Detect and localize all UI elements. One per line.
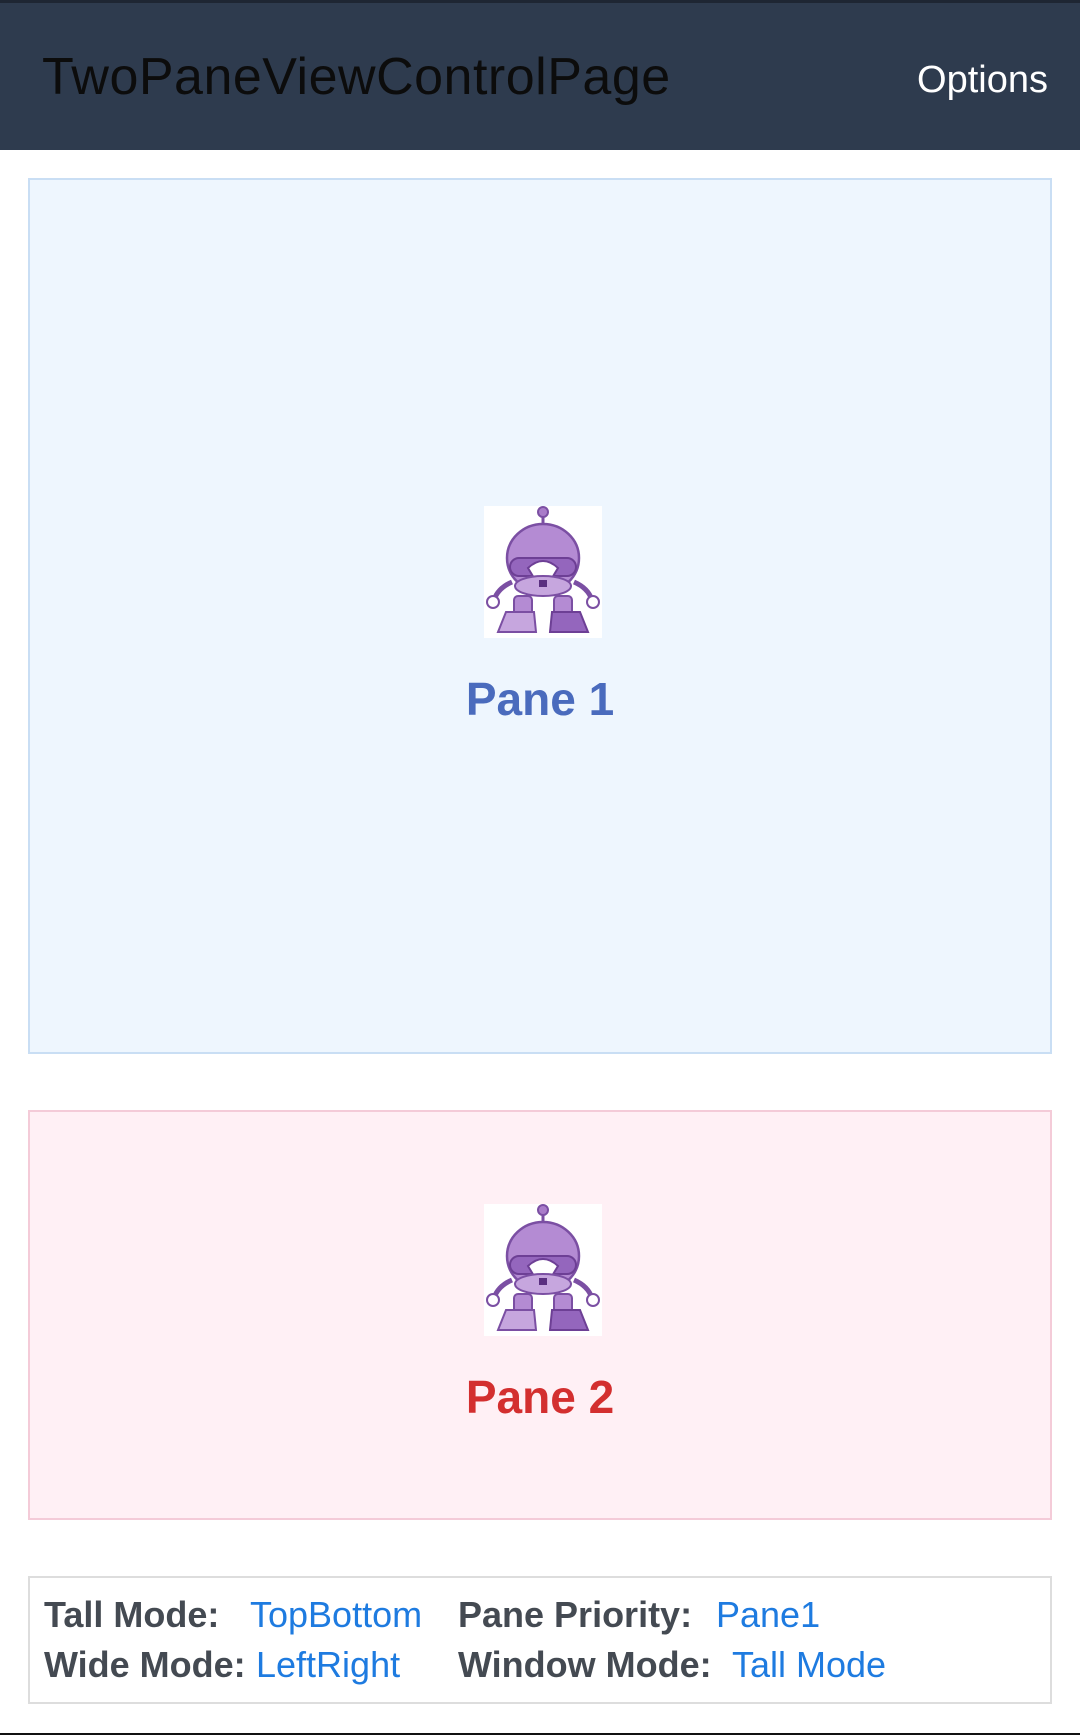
robot-mascot-icon — [484, 1204, 602, 1336]
wide-mode-label: Wide Mode: — [44, 1644, 246, 1685]
pane-priority-picker[interactable]: Pane1 — [716, 1594, 820, 1636]
pane-1: Pane 1 — [28, 178, 1052, 1054]
page-title: TwoPaneViewControlPage — [42, 48, 671, 106]
pane-1-label: Pane 1 — [465, 673, 615, 725]
window-mode-value: Tall Mode — [732, 1644, 887, 1685]
toolbar: TwoPaneViewControlPage Options — [0, 0, 1080, 150]
options-button[interactable]: Options — [917, 59, 1048, 102]
tall-mode-label: Tall Mode: — [44, 1594, 220, 1635]
wide-mode-picker[interactable]: LeftRight — [256, 1644, 400, 1686]
robot-mascot-icon — [484, 506, 602, 638]
pane-2-label: Pane 2 — [465, 1371, 615, 1423]
settings-panel: Tall Mode: TopBottom Pane Priority: Pane… — [28, 1576, 1052, 1704]
window-mode-label: Window Mode: — [458, 1644, 712, 1685]
tall-mode-picker[interactable]: TopBottom — [250, 1594, 422, 1636]
pane-2: Pane 2 — [28, 1110, 1052, 1520]
pane-priority-label: Pane Priority: — [458, 1594, 693, 1635]
